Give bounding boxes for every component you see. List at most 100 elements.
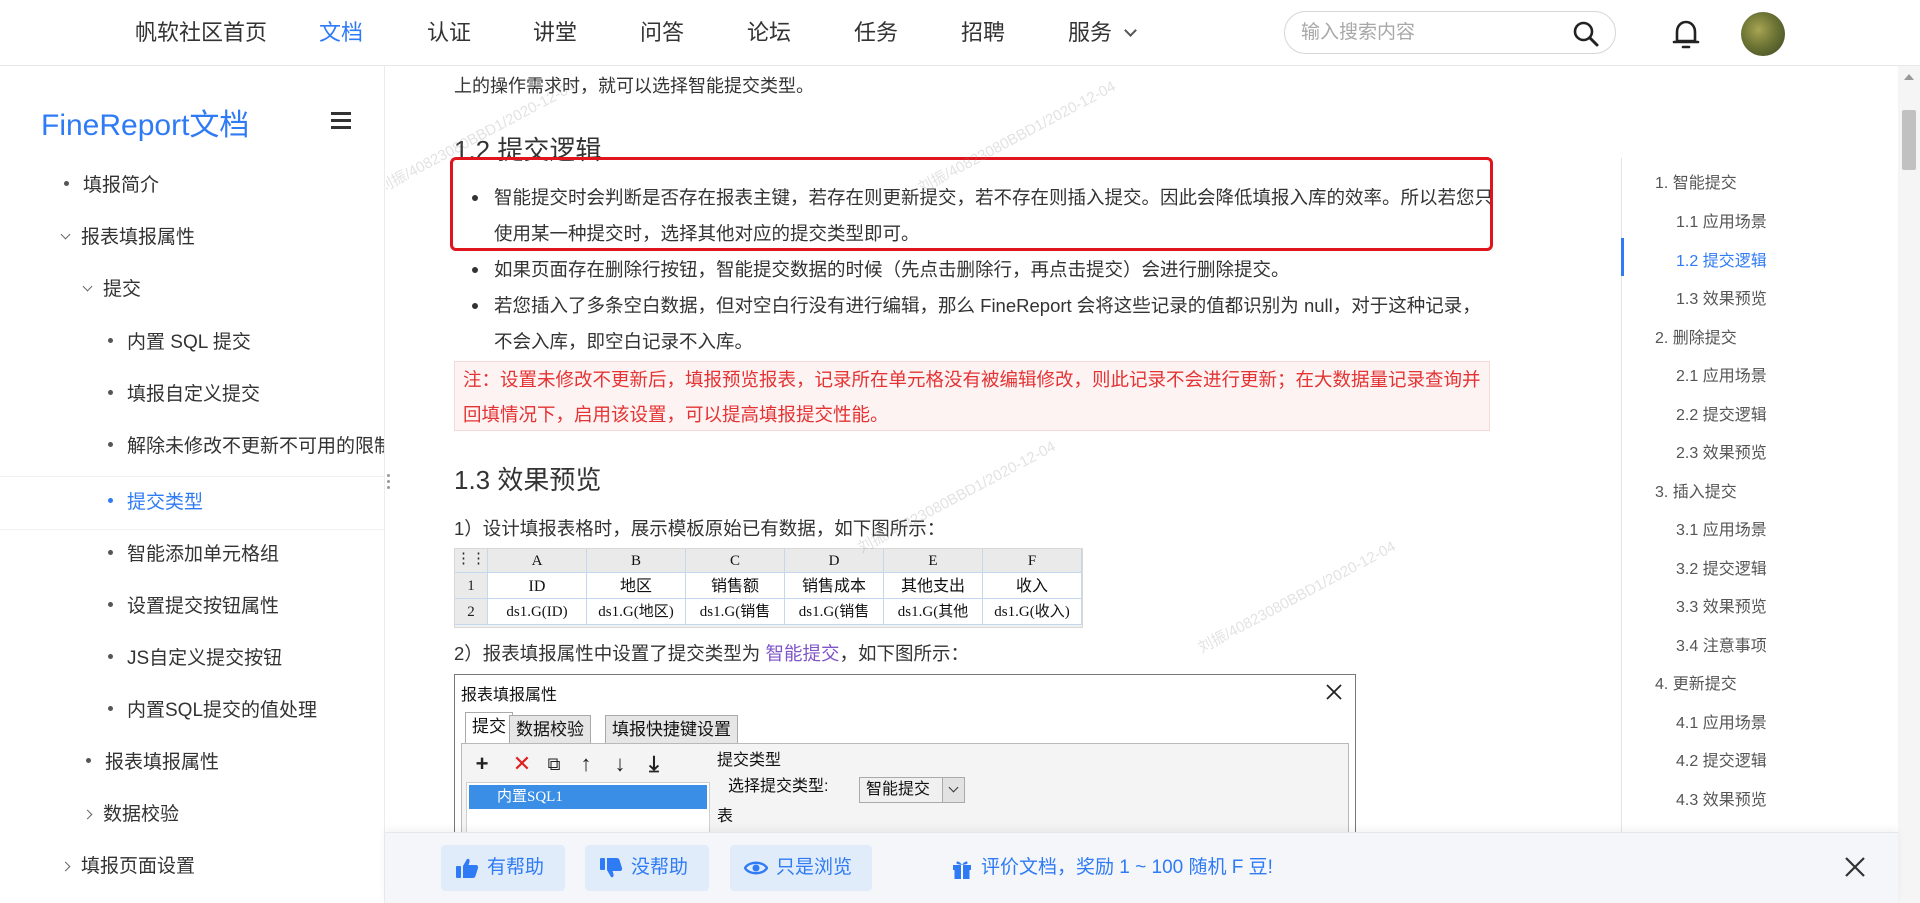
intro-text: 上的操作需求时，就可以选择智能提交类型。 xyxy=(454,76,814,96)
top-navigation: 帆软社区首页 文档 认证 讲堂 问答 论坛 任务 招聘 服务 xyxy=(0,0,1920,66)
sidebar-item-fill-attributes-2[interactable]: 报表填报属性 xyxy=(86,747,219,779)
spreadsheet-preview: ⋮⋮ A B C D E F 1 ID 地区 销售额 销售成本 其他支出 收入 … xyxy=(454,548,1083,628)
table-cell: 销售成本 xyxy=(785,573,884,599)
eye-icon xyxy=(744,861,768,875)
sidebar-item-intro[interactable]: 填报简介 xyxy=(64,170,159,202)
sidebar-item-custom-submit[interactable]: 填报自定义提交 xyxy=(108,379,260,411)
sidebar-item-builtin-sql[interactable]: 内置 SQL 提交 xyxy=(108,327,251,359)
move-bottom-icon: ⤓ xyxy=(649,751,659,776)
table-cell: ds1.G(销售 xyxy=(785,599,884,625)
copy-icon: ⧉ xyxy=(547,754,561,774)
nav-services-label: 服务 xyxy=(1068,20,1113,45)
close-icon[interactable] xyxy=(1843,855,1867,879)
grid-corner-icon: ⋮⋮ xyxy=(455,549,488,573)
section-1-3-title: 1.3 效果预览 xyxy=(454,465,602,495)
bullet-blank-records: 若您插入了多条空白数据，但对空白行没有进行编辑，那么 FineReport 会将… xyxy=(472,288,1494,360)
toc-item[interactable]: 3. 插入提交 xyxy=(1655,478,1737,502)
toc-item[interactable]: 3.2 提交逻辑 xyxy=(1676,555,1767,579)
toc-item[interactable]: 4. 更新提交 xyxy=(1655,670,1737,694)
nav-services-menu[interactable]: 服务 xyxy=(1068,0,1137,66)
column-header: B xyxy=(587,549,686,573)
not-helpful-button[interactable]: 没帮助 xyxy=(585,845,709,891)
scrollbar[interactable] xyxy=(1898,66,1920,903)
toc-item[interactable]: 2. 删除提交 xyxy=(1655,324,1737,348)
dialog-select-label: 选择提交类型: xyxy=(728,778,829,795)
table-cell: 其他支出 xyxy=(884,573,983,599)
table-cell: 销售额 xyxy=(686,573,785,599)
nav-qa-link[interactable]: 问答 xyxy=(640,0,684,66)
nav-forum-link[interactable]: 论坛 xyxy=(747,0,791,66)
main-content: 上的操作需求时，就可以选择智能提交类型。 1.2 提交逻辑 智能提交时会判断是否… xyxy=(386,66,1621,903)
table-of-contents: 1. 智能提交 1.1 应用场景 1.2 提交逻辑 1.3 效果预览 2. 删除… xyxy=(1621,66,1920,903)
sidebar-item-page-settings[interactable]: 填报页面设置 xyxy=(60,851,195,883)
sidebar-item-data-validation[interactable]: 数据校验 xyxy=(82,799,179,831)
toc-item[interactable]: 3.4 注意事项 xyxy=(1676,632,1767,656)
nav-docs-link[interactable]: 文档 xyxy=(319,0,363,66)
dialog-section-label: 提交类型 xyxy=(717,752,782,769)
close-icon xyxy=(1326,684,1342,700)
thumbs-down-icon xyxy=(600,858,623,878)
nav-certification-link[interactable]: 认证 xyxy=(427,0,471,66)
chevron-down-icon xyxy=(942,778,964,802)
table-cell: ds1.G(ID) xyxy=(488,599,587,625)
toc-item[interactable]: 2.3 效果预览 xyxy=(1676,439,1767,463)
sidebar-item-submit-type[interactable]: 提交类型 xyxy=(108,487,203,519)
row-number: 1 xyxy=(455,573,488,599)
chevron-down-icon xyxy=(82,281,93,292)
search-icon[interactable] xyxy=(1571,19,1601,49)
toc-item[interactable]: 3.1 应用场景 xyxy=(1676,516,1767,540)
sidebar-item-sql-value-handling[interactable]: 内置SQL提交的值处理 xyxy=(108,695,317,727)
gift-icon xyxy=(953,861,971,879)
bell-icon[interactable] xyxy=(1670,17,1702,51)
toc-item[interactable]: 3.3 效果预览 xyxy=(1676,593,1767,617)
dialog-tab-submit: 提交 xyxy=(465,712,513,743)
table-cell: 地区 xyxy=(587,573,686,599)
sidebar-logo[interactable]: FineReport文档 xyxy=(41,100,249,144)
dialog-list-item: 内置SQL1 xyxy=(469,785,707,809)
bullet-delete-row: 如果页面存在删除行按钮，智能提交数据的时候（先点击删除行，再点击提交）会进行删除… xyxy=(472,252,1494,288)
sidebar-item-unmodified-limit[interactable]: 解除未修改不更新不可用的限制 xyxy=(108,431,384,463)
sidebar-item-add-cell-group[interactable]: 智能添加单元格组 xyxy=(108,539,279,571)
toc-item[interactable]: 1.2 提交逻辑 xyxy=(1676,247,1767,271)
toc-item[interactable]: 1.3 效果预览 xyxy=(1676,285,1767,309)
search-input[interactable] xyxy=(1299,18,1559,48)
feedback-bar: 有帮助 没帮助 只是浏览 评价文档，奖励 1 ~ 100 随机 F 豆! xyxy=(385,832,1898,903)
table-cell: 收入 xyxy=(983,573,1082,599)
sidebar-item-js-submit-button[interactable]: JS自定义提交按钮 xyxy=(108,643,282,675)
column-header: E xyxy=(884,549,983,573)
sidebar-item-fill-attributes[interactable]: 报表填报属性 xyxy=(60,222,195,254)
chevron-right-icon xyxy=(60,861,71,872)
sidebar: FineReport文档 填报简介 报表填报属性 提交 内置 SQL 提交 填报… xyxy=(0,66,385,903)
just-browsing-button[interactable]: 只是浏览 xyxy=(730,845,872,891)
toc-item[interactable]: 2.1 应用场景 xyxy=(1676,362,1767,386)
chevron-down-icon xyxy=(60,229,71,240)
menu-toggle-icon[interactable] xyxy=(331,112,351,130)
column-header: A xyxy=(488,549,587,573)
scroll-up-icon[interactable] xyxy=(1904,74,1914,80)
toc-item[interactable]: 1. 智能提交 xyxy=(1655,169,1737,193)
smart-submit-link[interactable]: 智能提交 xyxy=(765,643,839,664)
nav-jobs-link[interactable]: 招聘 xyxy=(961,0,1005,66)
nav-lecture-link[interactable]: 讲堂 xyxy=(533,0,577,66)
avatar[interactable] xyxy=(1741,12,1785,56)
toc-item[interactable]: 4.2 提交逻辑 xyxy=(1676,747,1767,771)
toc-item[interactable]: 4.3 效果预览 xyxy=(1676,786,1767,810)
table-cell: ds1.G(销售 xyxy=(686,599,785,625)
nav-tasks-link[interactable]: 任务 xyxy=(854,0,898,66)
nav-home-link[interactable]: 帆软社区首页 xyxy=(135,0,267,66)
chevron-down-icon xyxy=(1124,24,1137,37)
thumbs-up-icon xyxy=(456,858,479,878)
watermark: 刘振/40823080BBD1/2020-12-04 xyxy=(1195,538,1399,657)
delete-icon: ✕ xyxy=(512,751,532,776)
toc-item[interactable]: 4.1 应用场景 xyxy=(1676,709,1767,733)
dialog-tab-shortcuts: 填报快捷键设置 xyxy=(605,715,738,743)
toc-active-marker xyxy=(1621,238,1624,276)
helpful-button[interactable]: 有帮助 xyxy=(441,845,565,891)
sidebar-item-submit-button-attr[interactable]: 设置提交按钮属性 xyxy=(108,591,279,623)
sidebar-item-submit[interactable]: 提交 xyxy=(82,274,141,306)
toc-item[interactable]: 1.1 应用场景 xyxy=(1676,208,1767,232)
step-2-text: 2）报表填报属性中设置了提交类型为 智能提交，如下图所示： xyxy=(454,643,969,664)
scrollbar-thumb[interactable] xyxy=(1902,110,1916,170)
column-header: D xyxy=(785,549,884,573)
toc-item[interactable]: 2.2 提交逻辑 xyxy=(1676,401,1767,425)
